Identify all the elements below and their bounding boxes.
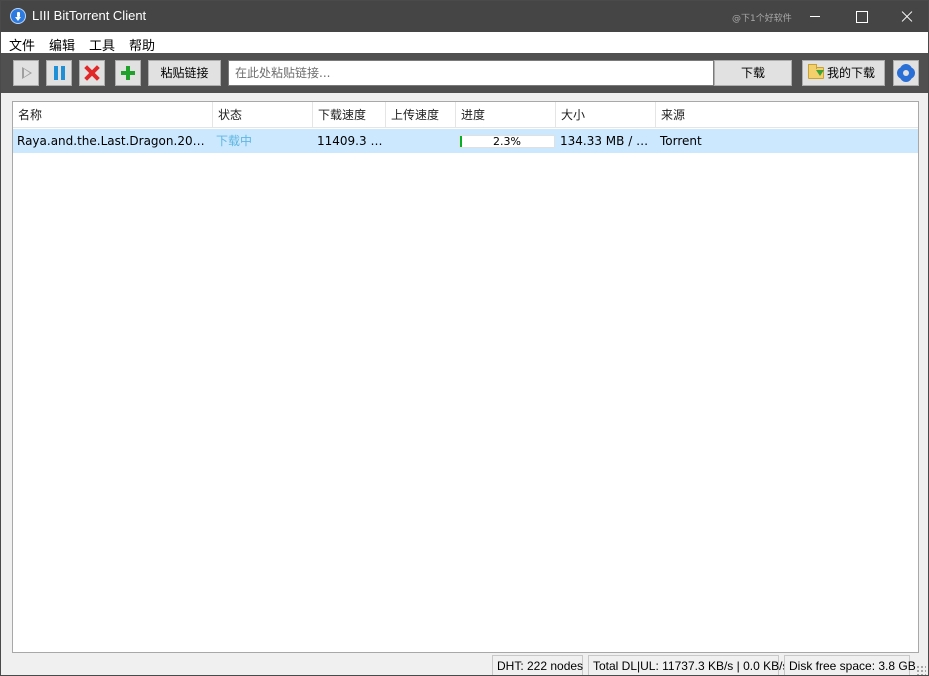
total-speed-status: Total DL|UL: 11737.3 KB/s | 0.0 KB/s <box>588 655 788 675</box>
toolbar: 粘贴链接 下载 我的下载 <box>1 53 928 93</box>
close-button[interactable] <box>884 1 928 32</box>
menu-bar: 文件 编辑 工具 帮助 <box>1 32 928 54</box>
app-window: LIII BitTorrent Client @下1个好软件 文件 编辑 工具 … <box>0 0 929 676</box>
pause-button[interactable] <box>46 60 72 86</box>
watermark-text: @下1个好软件 <box>732 14 792 24</box>
column-header-upload-speed[interactable]: 上传速度 <box>386 102 456 128</box>
menu-edit[interactable]: 编辑 <box>49 35 75 54</box>
torrent-size: 134.33 MB / 5.7... <box>560 134 652 148</box>
maximize-button[interactable] <box>838 1 884 32</box>
app-logo-icon <box>10 8 26 24</box>
paste-link-button[interactable]: 粘贴链接 <box>148 60 221 86</box>
resize-grip[interactable] <box>916 665 926 675</box>
dht-status: DHT: 222 nodes <box>492 655 583 675</box>
start-button[interactable] <box>13 60 39 86</box>
menu-file[interactable]: 文件 <box>9 35 35 54</box>
download-button[interactable]: 下载 <box>714 60 792 86</box>
torrent-upload-speed <box>386 129 456 153</box>
stop-icon <box>84 65 100 81</box>
list-header: 名称 状态 下载速度 上传速度 进度 大小 来源 <box>13 102 918 128</box>
torrent-list[interactable]: 名称 状态 下载速度 上传速度 进度 大小 来源 Raya.and.the.La… <box>12 101 919 653</box>
torrent-source: Torrent <box>660 134 702 148</box>
disk-space-status: Disk free space: 3.8 GB <box>784 655 916 675</box>
column-header-progress[interactable]: 进度 <box>456 102 556 128</box>
menu-tools[interactable]: 工具 <box>89 35 115 54</box>
folder-download-icon <box>808 64 824 79</box>
my-downloads-label: 我的下载 <box>827 66 876 80</box>
play-icon <box>22 67 32 79</box>
column-header-source[interactable]: 来源 <box>656 102 918 128</box>
remove-button[interactable] <box>79 60 105 86</box>
torrent-status: 下载中 <box>216 134 253 148</box>
my-downloads-button[interactable]: 我的下载 <box>802 60 885 86</box>
column-header-name[interactable]: 名称 <box>13 102 213 128</box>
torrent-progress-bar: 2.3% <box>459 135 555 148</box>
link-input[interactable] <box>228 60 714 86</box>
progress-label: 2.3% <box>493 135 521 148</box>
column-header-download-speed[interactable]: 下载速度 <box>313 102 386 128</box>
pause-icon <box>54 66 65 80</box>
window-title: LIII BitTorrent Client <box>32 8 147 23</box>
minimize-button[interactable] <box>792 1 838 32</box>
torrent-name: Raya.and.the.Last.Dragon.2021.720... <box>17 134 211 148</box>
menu-help[interactable]: 帮助 <box>129 35 155 54</box>
status-bar: DHT: 222 nodes Total DL|UL: 11737.3 KB/s… <box>1 655 928 675</box>
add-icon <box>121 66 135 80</box>
torrent-download-speed: 11409.3 KB/s <box>317 134 386 148</box>
gear-icon <box>899 66 913 80</box>
settings-button[interactable] <box>893 60 919 86</box>
add-torrent-button[interactable] <box>115 60 141 86</box>
title-bar[interactable]: LIII BitTorrent Client @下1个好软件 <box>1 1 928 32</box>
column-header-status[interactable]: 状态 <box>213 102 313 128</box>
column-header-size[interactable]: 大小 <box>556 102 656 128</box>
table-row[interactable]: Raya.and.the.Last.Dragon.2021.720... 下载中… <box>13 129 918 153</box>
